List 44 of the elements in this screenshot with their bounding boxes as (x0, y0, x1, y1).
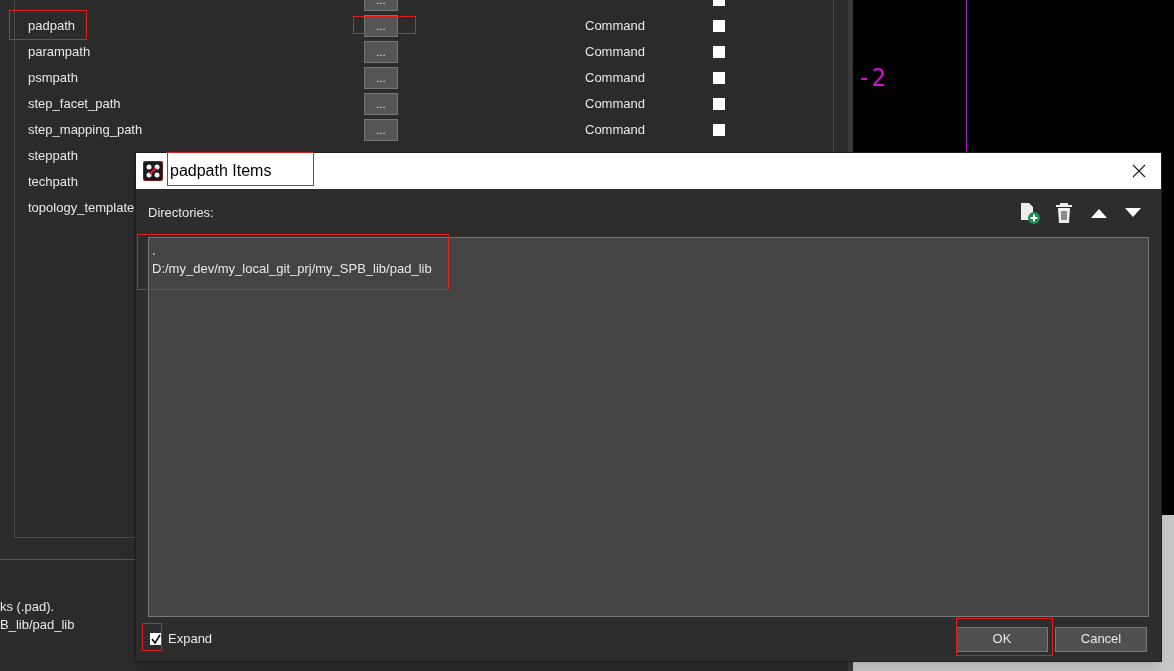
setting-checkbox[interactable] (713, 124, 725, 136)
browse-button[interactable]: ... (364, 41, 398, 63)
browse-button[interactable]: ... (364, 119, 398, 141)
trash-icon[interactable] (1055, 203, 1073, 223)
setting-name: padpath (28, 17, 75, 36)
setting-type: Command (585, 121, 645, 140)
setting-name: techpath (28, 173, 78, 192)
setting-checkbox[interactable] (713, 98, 725, 110)
dialog-title: padpath Items (170, 161, 272, 181)
setting-type: Command (585, 69, 645, 88)
highlight-frame (142, 623, 162, 651)
check-icon (151, 634, 161, 644)
browse-button[interactable]: ... (364, 15, 398, 37)
expand-checkbox[interactable] (150, 633, 162, 645)
setting-type: Command (585, 17, 645, 36)
setting-checkbox[interactable] (713, 72, 725, 84)
browse-button[interactable]: ... (364, 67, 398, 89)
dialog-button[interactable]: Cancel (1055, 626, 1147, 652)
setting-type: Command (585, 43, 645, 62)
setting-name: parampath (28, 43, 91, 62)
setting-checkbox[interactable] (713, 20, 725, 32)
setting-name: topology_template (28, 199, 135, 218)
dialog-button[interactable]: OK (956, 626, 1048, 652)
setting-type: Command (585, 95, 645, 114)
setting-name: psmpath (28, 69, 78, 88)
canvas-label: -2 (857, 63, 886, 94)
move-down-icon[interactable] (1125, 208, 1141, 218)
highlight-frame (353, 16, 416, 34)
browse-button[interactable]: ... (364, 0, 398, 11)
directories-label: Directories: (148, 204, 214, 223)
move-up-icon[interactable] (1091, 208, 1107, 218)
setting-name: step_facet_path (28, 95, 121, 114)
directory-item[interactable]: . (152, 242, 156, 260)
add-file-icon[interactable] (1019, 202, 1041, 224)
directory-item[interactable]: D:/my_dev/my_local_git_prj/my_SPB_lib/pad_lib (152, 260, 432, 278)
browse-button[interactable]: ... (364, 93, 398, 115)
description-text: B_lib/pad_lib (0, 616, 76, 634)
app-icon (143, 161, 163, 181)
setting-name: steppath (28, 147, 78, 166)
expand-label: Expand (168, 630, 213, 649)
setting-checkbox[interactable] (713, 46, 725, 58)
close-icon[interactable] (1132, 164, 1146, 178)
setting-name: step_mapping_path (28, 121, 143, 140)
description-text: ks (.pad). (0, 598, 56, 616)
